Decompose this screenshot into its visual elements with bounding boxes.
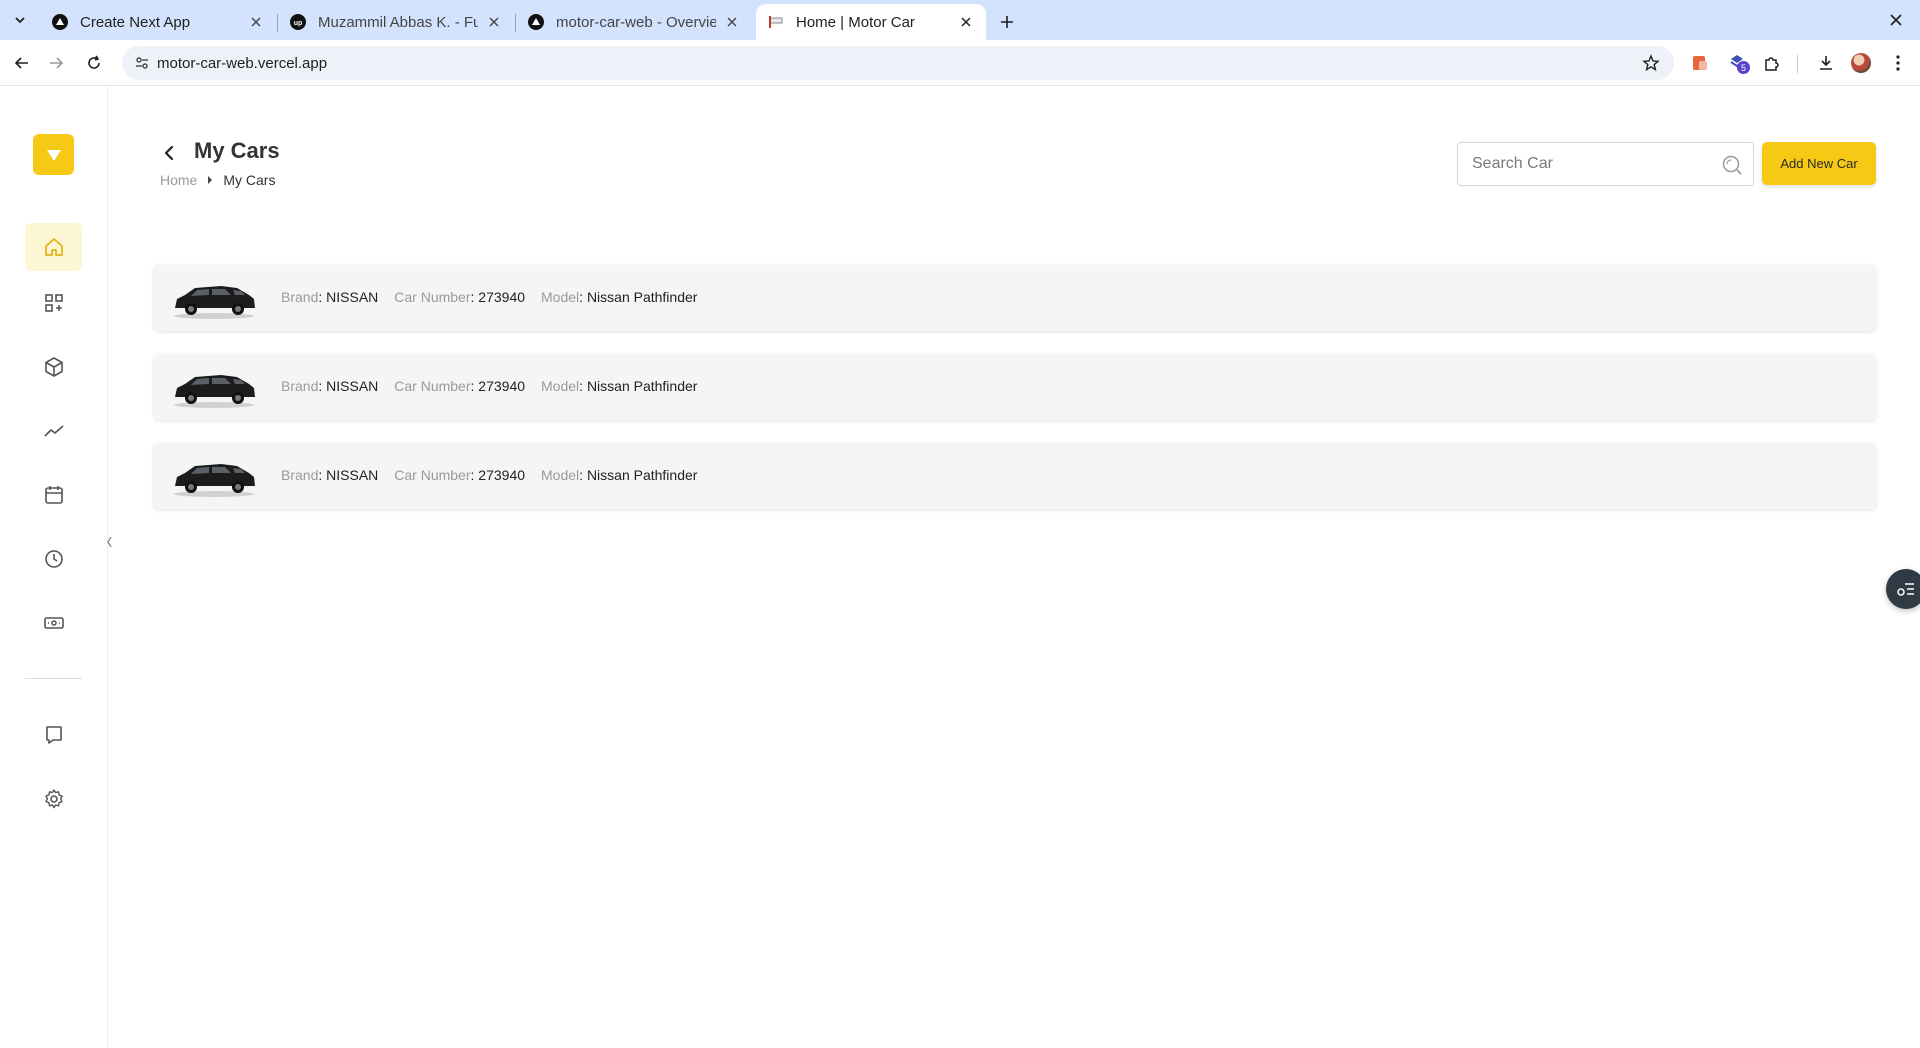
car-number: Car Number: 273940 (394, 378, 526, 394)
extensions-puzzle-icon[interactable] (1761, 52, 1783, 74)
close-icon[interactable] (248, 14, 264, 30)
site-info-icon[interactable] (134, 55, 150, 71)
breadcrumb-home-link[interactable]: Home (160, 172, 197, 188)
grid-plus-icon (44, 294, 63, 312)
car-suv-image (174, 375, 255, 408)
kebab-menu-icon[interactable] (1887, 52, 1909, 74)
breadcrumb-current: My Cars (223, 172, 276, 188)
car-details: Brand: NISSAN Car Number: 273940 Model: … (281, 467, 713, 483)
tab-title: Home | Motor Car (796, 13, 915, 31)
chevron-left-icon (106, 536, 112, 548)
app-logo[interactable] (33, 134, 74, 175)
search-car-box (1457, 142, 1754, 186)
download-icon[interactable] (1815, 52, 1837, 74)
url-text: motor-car-web.vercel.app (157, 55, 328, 72)
vercel-triangle-icon (528, 14, 544, 30)
browser-tab[interactable]: up Muzammil Abbas K. - Fu (278, 4, 514, 40)
window-close-icon[interactable] (1886, 10, 1906, 30)
browser-tab[interactable]: Create Next App (40, 4, 276, 40)
tab-title: motor-car-web - Overvie (556, 13, 716, 31)
extension-tag-icon[interactable] (1689, 52, 1711, 74)
calendar-icon (44, 486, 63, 504)
tab-search-chevron-icon[interactable] (8, 8, 32, 32)
car-details: Brand: NISSAN Car Number: 273940 Model: … (281, 378, 713, 394)
sidebar (0, 87, 112, 1048)
ticket-icon (43, 617, 64, 629)
browser-tab-strip: Create Next App up Muzammil Abbas K. - F… (0, 0, 1920, 40)
svg-text:up: up (294, 20, 303, 27)
car-number: Car Number: 273940 (394, 467, 526, 483)
sidebar-item-history[interactable] (25, 535, 82, 583)
car-number: Car Number: 273940 (394, 289, 526, 305)
floating-assistant-button[interactable] (1886, 569, 1920, 609)
back-arrow-icon[interactable] (10, 51, 34, 75)
app-root: My Cars Home My Cars Add New Car Brand: … (0, 87, 1920, 1048)
car-model: Model: Nissan Pathfinder (541, 289, 698, 305)
sidebar-item-home[interactable] (25, 223, 82, 271)
bookmark-star-icon[interactable] (1642, 54, 1660, 72)
car-model: Model: Nissan Pathfinder (541, 467, 698, 483)
assistant-list-icon (1897, 583, 1914, 596)
sidebar-item-calendar[interactable] (25, 471, 82, 519)
browser-tab-active[interactable]: Home | Motor Car (756, 4, 986, 40)
sidebar-collapse-handle[interactable] (106, 535, 112, 549)
tab-title: Create Next App (80, 13, 191, 31)
tab-title: Muzammil Abbas K. - Fu (318, 13, 478, 31)
page-title: My Cars (194, 138, 280, 163)
address-bar[interactable]: motor-car-web.vercel.app (122, 46, 1674, 80)
clock-icon (44, 550, 63, 568)
sidebar-item-analytics[interactable] (25, 407, 82, 455)
car-model: Model: Nissan Pathfinder (541, 378, 698, 394)
sidebar-item-dashboard[interactable] (25, 279, 82, 327)
profile-avatar[interactable] (1851, 53, 1871, 73)
car-list-item[interactable]: Brand: NISSAN Car Number: 273940 Model: … (154, 265, 1876, 331)
browser-tab[interactable]: motor-car-web - Overvie (516, 4, 752, 40)
reload-icon[interactable] (82, 51, 106, 75)
package-icon (44, 357, 63, 377)
car-brand: Brand: NISSAN (281, 289, 379, 305)
extension-puzzle-badge-icon[interactable]: 5 (1726, 52, 1750, 74)
chat-icon (45, 726, 62, 744)
car-brand: Brand: NISSAN (281, 467, 379, 483)
sidebar-item-settings[interactable] (25, 775, 82, 823)
breadcrumb: Home My Cars (160, 172, 275, 188)
close-icon[interactable] (724, 14, 740, 30)
car-brand: Brand: NISSAN (281, 378, 379, 394)
car-details: Brand: NISSAN Car Number: 273940 Model: … (281, 289, 713, 305)
search-car-input[interactable] (1472, 143, 1712, 185)
close-icon[interactable] (486, 14, 502, 30)
new-tab-plus-icon[interactable] (993, 8, 1021, 36)
sidebar-item-packages[interactable] (25, 343, 82, 391)
gear-icon (44, 789, 63, 809)
sidebar-divider (25, 678, 82, 679)
sidebar-item-payments[interactable] (25, 599, 82, 647)
extension-badge: 5 (1737, 61, 1750, 74)
car-list: Brand: NISSAN Car Number: 273940 Model: … (154, 265, 1876, 532)
car-list-item[interactable]: Brand: NISSAN Car Number: 273940 Model: … (154, 354, 1876, 420)
trend-line-icon (43, 425, 64, 437)
logo-triangle-icon (46, 149, 61, 161)
upwork-icon: up (290, 14, 306, 30)
chevron-left-icon (164, 145, 174, 161)
car-suv-image (174, 286, 255, 319)
search-icon[interactable] (1721, 154, 1743, 176)
car-suv-image (174, 464, 255, 497)
car-list-item[interactable]: Brand: NISSAN Car Number: 273940 Model: … (154, 443, 1876, 509)
vercel-triangle-icon (52, 14, 68, 30)
browser-toolbar: motor-car-web.vercel.app 5 (0, 40, 1920, 86)
motor-car-icon (768, 14, 784, 30)
close-icon[interactable] (958, 14, 974, 30)
back-button[interactable] (158, 142, 180, 164)
add-new-car-button[interactable]: Add New Car (1762, 142, 1876, 185)
toolbar-separator (1797, 55, 1798, 73)
home-icon (44, 238, 63, 256)
forward-arrow-icon[interactable] (44, 51, 68, 75)
sidebar-item-messages[interactable] (25, 711, 82, 759)
caret-right-icon (203, 173, 217, 187)
